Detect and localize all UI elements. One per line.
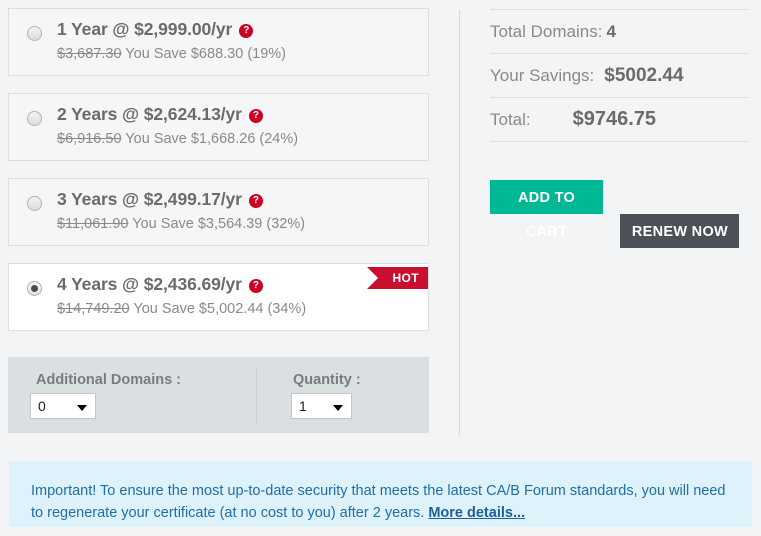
plan-option-4-years[interactable]: 4 Years @ $2,436.69/yr? HOT $14,749.20 Y… [8,263,429,331]
plan-radio-4-years[interactable] [27,281,42,296]
plan-title-3-years: 3 Years @ $2,499.17/yr? [57,189,263,210]
plan-old-price: $14,749.20 [57,301,130,317]
chevron-down-icon [77,405,87,411]
plan-savings-text: You Save $3,564.39 (32%) [132,216,306,232]
additional-domains-select[interactable]: 0 [30,393,96,419]
help-question-icon[interactable]: ? [248,279,263,293]
order-summary: Total Domains: 4 Your Savings: $5002.44 … [490,9,748,142]
plan-savings-text: You Save $688.30 (19%) [125,46,286,62]
help-question-icon[interactable]: ? [239,24,254,38]
summary-row-total-domains: Total Domains: 4 [490,10,748,53]
additional-domains-label: Additional Domains : [36,372,181,388]
plan-title-1-year: 1 Year @ $2,999.00/yr? [57,19,254,40]
quantity-value: 1 [299,398,307,414]
plan-title-text: 4 Years @ $2,436.69/yr [57,274,242,294]
your-savings-label: Your Savings: [490,65,595,85]
plan-radio-2-years[interactable] [27,111,42,126]
plan-radio-3-years[interactable] [27,196,42,211]
plan-old-price: $3,687.30 [57,46,122,62]
plan-title-text: 2 Years @ $2,624.13/yr [57,104,242,124]
summary-row-total: Total: $9746.75 [490,98,748,141]
additional-domains-value: 0 [38,398,46,414]
more-details-link[interactable]: More details... [428,505,525,521]
help-question-icon[interactable]: ? [248,109,263,123]
options-panel-divider [256,367,257,423]
plan-option-3-years[interactable]: 3 Years @ $2,499.17/yr? $11,061.90 You S… [8,178,429,246]
important-notice-banner: Important! To ensure the most up-to-date… [9,461,752,527]
help-question-icon[interactable]: ? [248,194,263,208]
notice-text: Important! To ensure the most up-to-date… [31,483,726,521]
plan-radio-1-year[interactable] [27,26,42,41]
summary-row-your-savings: Your Savings: $5002.44 [490,54,748,97]
plan-savings-text: You Save $5,002.44 (34%) [133,301,307,317]
total-value: $9746.75 [572,108,657,130]
hot-badge: HOT [367,267,428,289]
total-domains-label: Total Domains: [490,21,603,41]
plan-option-1-year[interactable]: 1 Year @ $2,999.00/yr? $3,687.30 You Sav… [8,8,429,76]
plan-subtext-3-years: $11,061.90 You Save $3,564.39 (32%) [57,216,305,232]
add-to-cart-button[interactable]: ADD TO CART [490,180,603,240]
renewal-pricing-page: 1 Year @ $2,999.00/yr? $3,687.30 You Sav… [0,0,761,536]
quantity-select[interactable]: 1 [291,393,352,419]
plan-title-text: 1 Year @ $2,999.00/yr [57,19,233,39]
plan-savings-text: You Save $1,668.26 (24%) [125,131,299,147]
column-divider [459,10,460,435]
plan-old-price: $11,061.90 [57,216,129,232]
plan-options-list: 1 Year @ $2,999.00/yr? $3,687.30 You Sav… [8,8,429,348]
chevron-down-icon [333,405,343,411]
plan-subtext-4-years: $14,749.20 You Save $5,002.44 (34%) [57,301,306,317]
plan-subtext-2-years: $6,916.50 You Save $1,668.26 (24%) [57,131,298,147]
renew-now-button[interactable]: RENEW NOW [620,214,740,248]
total-label: Total: [490,109,531,129]
plan-old-price: $6,916.50 [57,131,122,147]
total-domains-value: 4 [606,21,616,41]
your-savings-value: $5002.44 [604,64,684,86]
summary-actions: ADD TO CART RENEW NOW [490,180,740,248]
quantity-label: Quantity : [293,372,361,388]
plan-subtext-1-year: $3,687.30 You Save $688.30 (19%) [57,46,286,62]
plan-option-2-years[interactable]: 2 Years @ $2,624.13/yr? $6,916.50 You Sa… [8,93,429,161]
plan-title-4-years: 4 Years @ $2,436.69/yr? [57,274,263,295]
plan-title-2-years: 2 Years @ $2,624.13/yr? [57,104,263,125]
summary-divider [490,141,748,142]
plan-title-text: 3 Years @ $2,499.17/yr [57,189,242,209]
